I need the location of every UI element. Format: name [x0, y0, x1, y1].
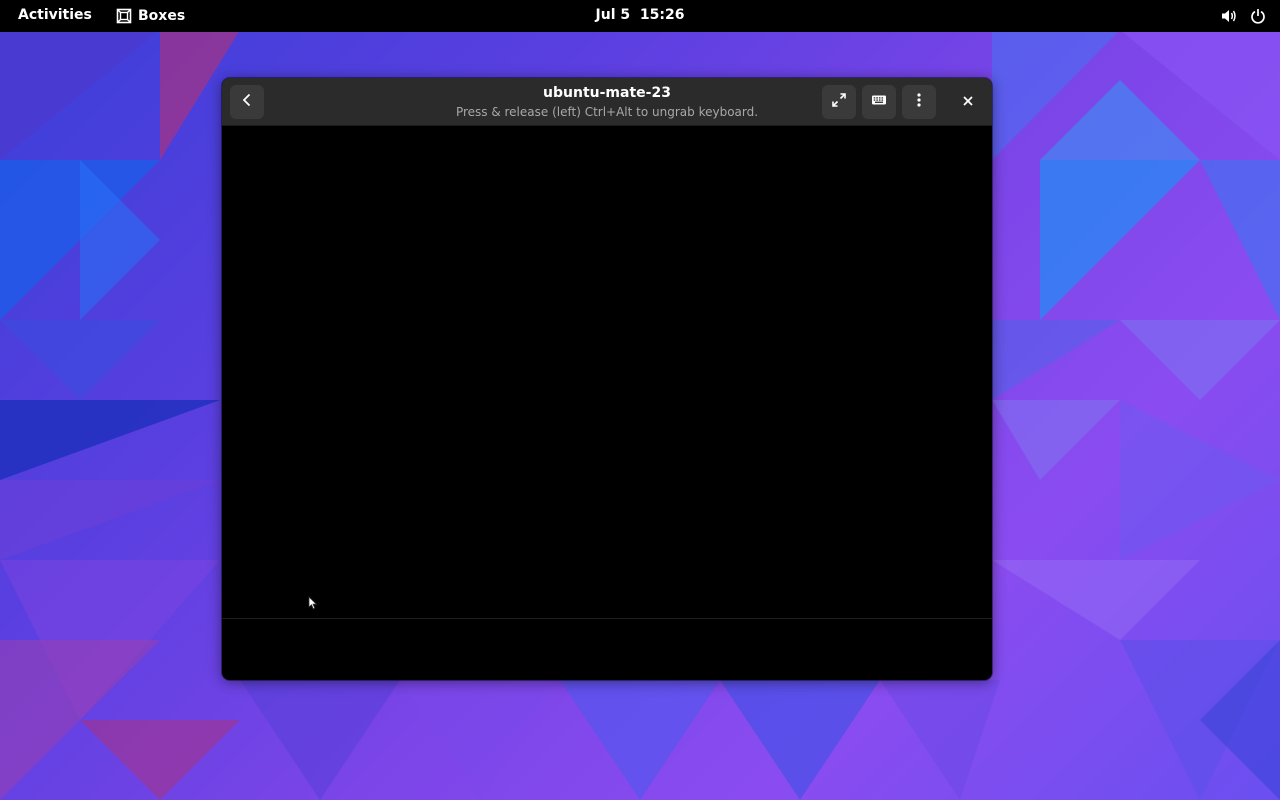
vm-display-bottom[interactable]: [222, 619, 992, 680]
boxes-window: ubuntu-mate-23 Press & release (left) Ct…: [222, 78, 992, 680]
clock-button[interactable]: Jul 5 15:26: [596, 7, 685, 23]
vm-display[interactable]: [222, 126, 992, 618]
mouse-pointer-icon: [308, 595, 318, 614]
top-bar: Activities Boxes Jul 5 15:26: [0, 0, 1280, 32]
close-icon: [962, 92, 974, 111]
keyboard-icon: [871, 92, 887, 112]
chevron-left-icon: [239, 92, 255, 112]
header-bar: ubuntu-mate-23 Press & release (left) Ct…: [222, 78, 992, 126]
power-icon: [1250, 8, 1266, 24]
fullscreen-button[interactable]: [822, 85, 856, 119]
activities-button[interactable]: Activities: [18, 7, 92, 23]
volume-icon: [1220, 7, 1238, 25]
app-menu-label: Boxes: [138, 8, 186, 24]
boxes-icon: [116, 8, 132, 24]
kebab-menu-icon: [911, 92, 927, 112]
app-menu-button[interactable]: Boxes: [116, 4, 185, 28]
close-button[interactable]: [955, 88, 981, 114]
system-status-menu[interactable]: [1220, 6, 1266, 26]
fullscreen-icon: [831, 92, 847, 112]
main-menu-button[interactable]: [902, 85, 936, 119]
back-button[interactable]: [230, 85, 264, 119]
send-keys-button[interactable]: [862, 85, 896, 119]
